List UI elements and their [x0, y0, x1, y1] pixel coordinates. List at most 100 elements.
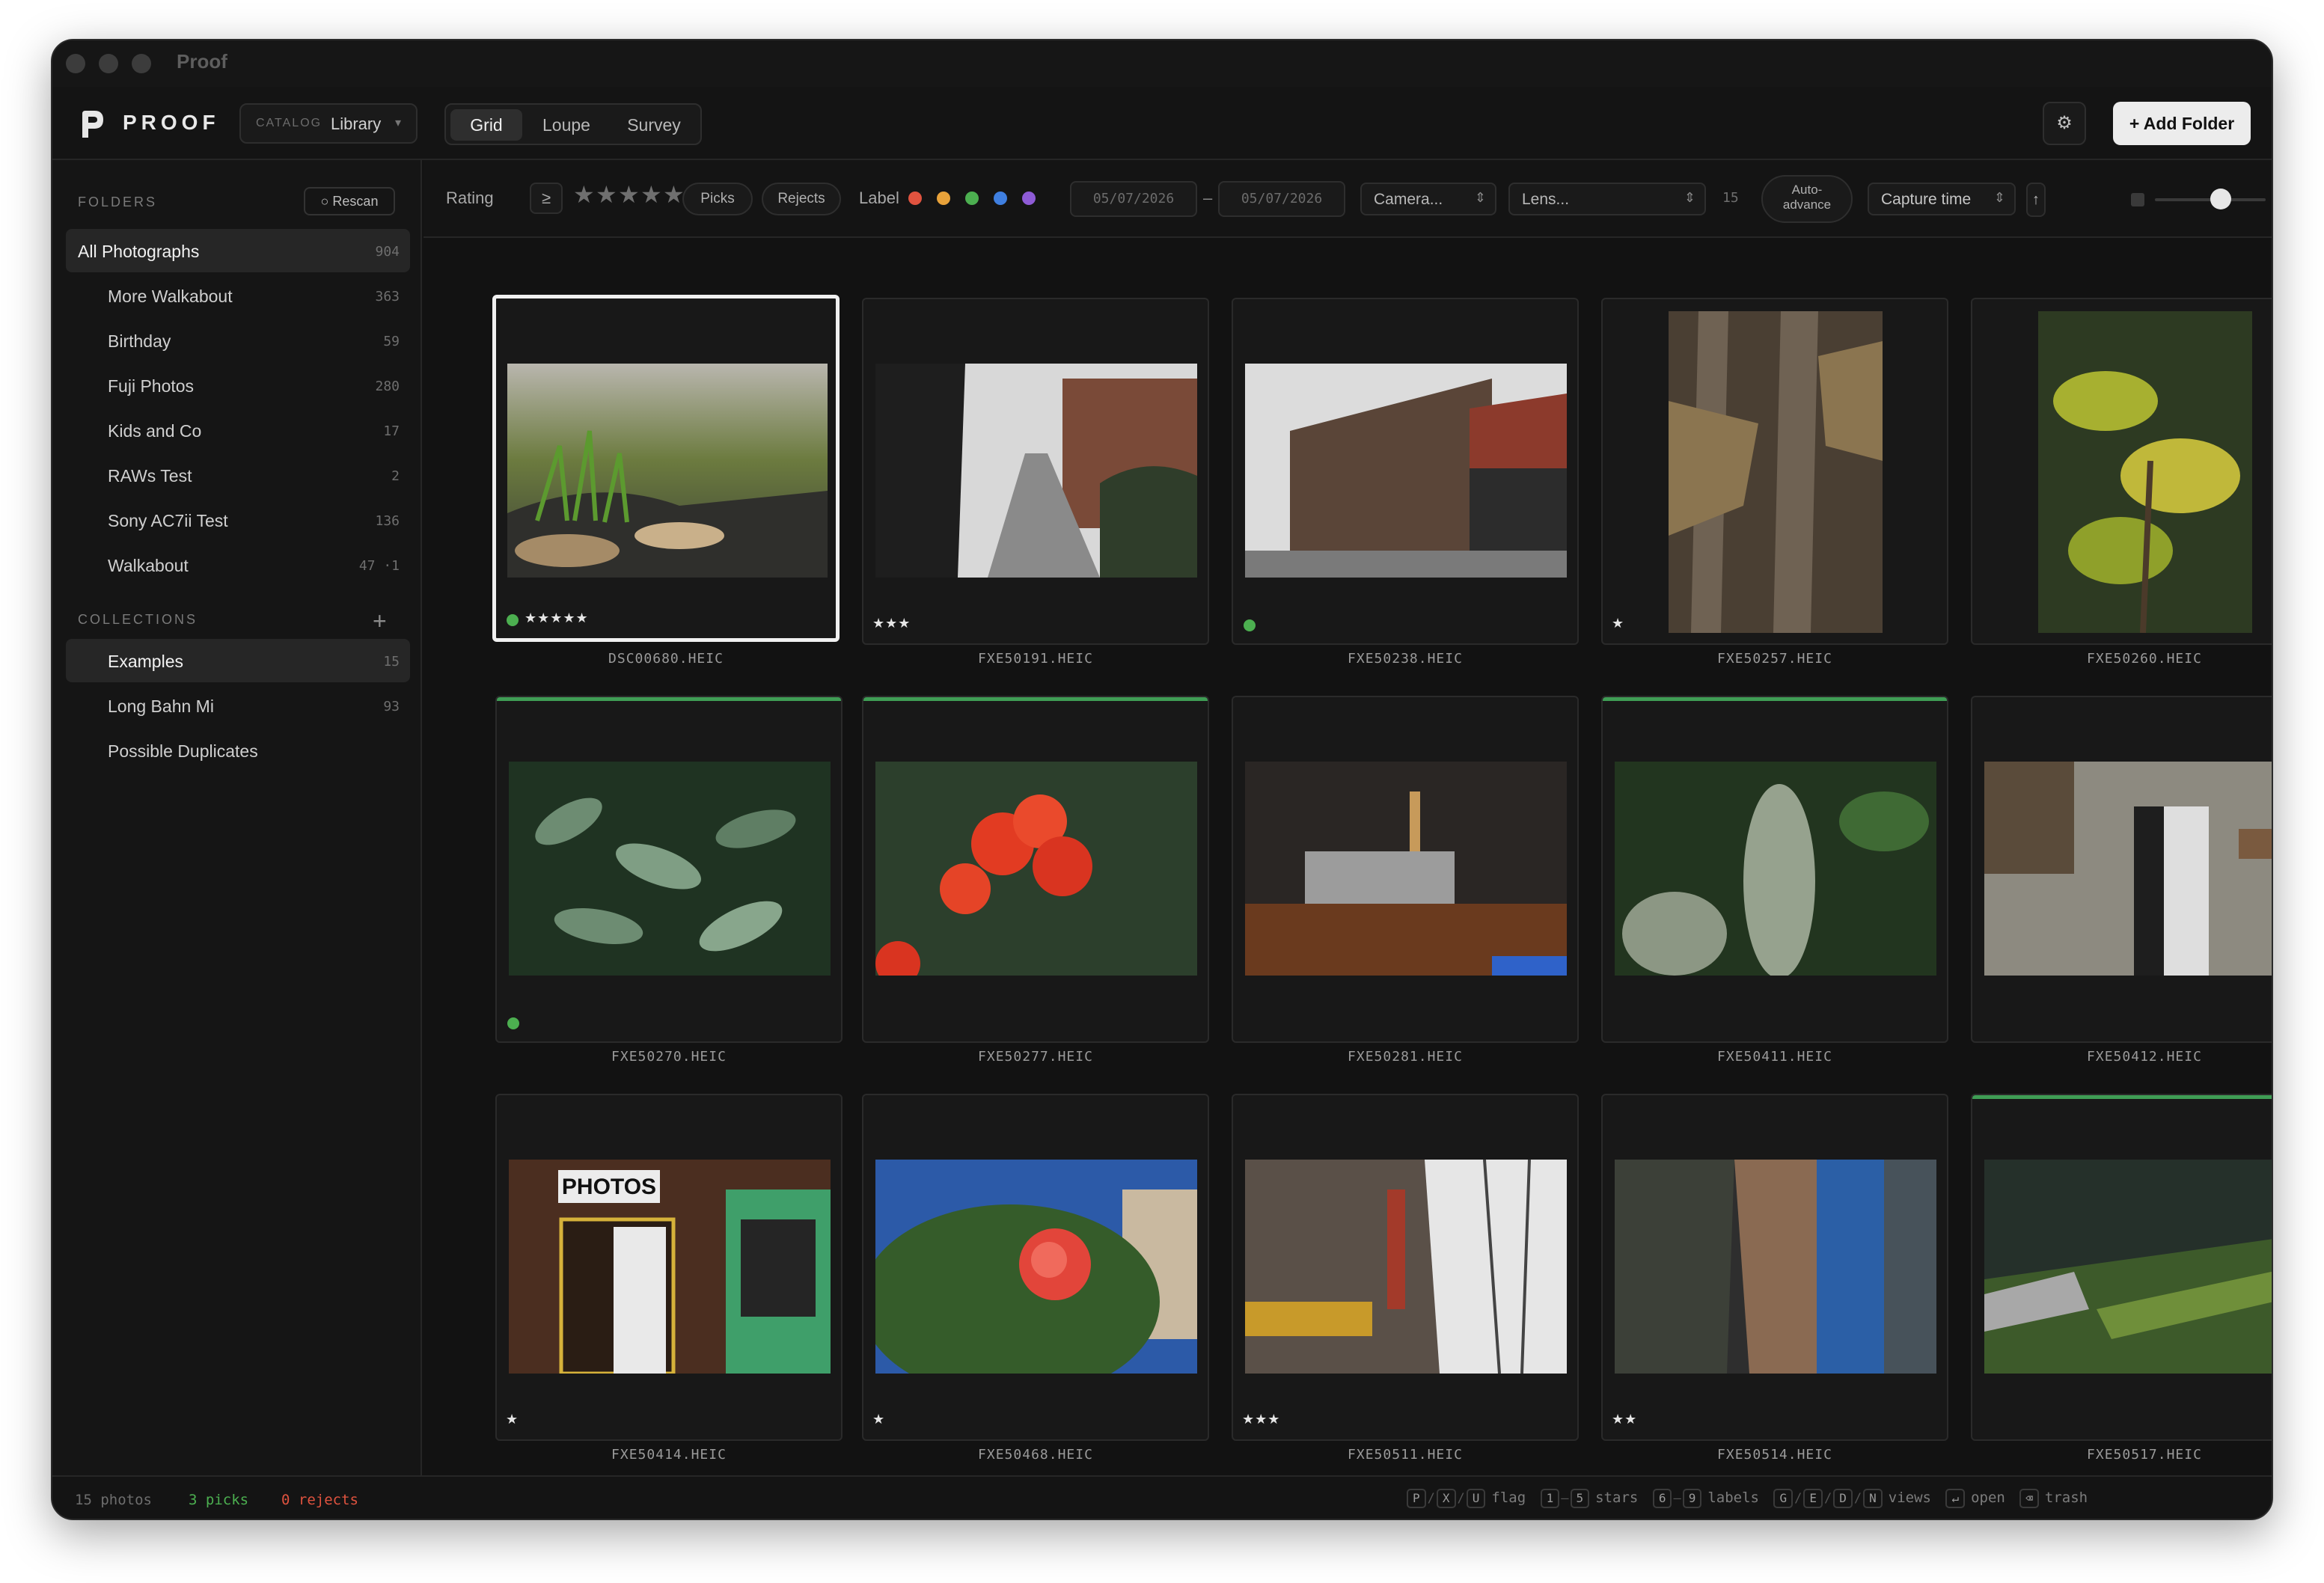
shortcut-hints: P / X / Uflag 1–5 stars 6–9 labels G / E / D / Nview…: [1405, 1489, 2092, 1508]
rating-operator-button[interactable]: ≥: [530, 183, 563, 214]
rejects-filter-button[interactable]: Rejects: [762, 183, 841, 215]
photo-filename: FXE50281.HEIC: [1348, 1049, 1463, 1065]
collection-possible-duplicates[interactable]: Possible Duplicates: [66, 729, 410, 772]
folder-name: Fuji Photos: [108, 376, 195, 396]
sidebar: FOLDERS ○ Rescan All Photographs 904 Mor…: [52, 160, 422, 1475]
folder-count: 2: [391, 468, 400, 484]
label-yellow-button[interactable]: [937, 192, 950, 205]
zoom-window-button[interactable]: [132, 54, 151, 73]
picks-filter-button[interactable]: Picks: [682, 183, 753, 215]
photo-card[interactable]: ★★: [1601, 1094, 1948, 1441]
photo-card[interactable]: [1232, 298, 1579, 645]
chevron-down-icon: ▾: [395, 117, 402, 129]
folder-fuji-photos[interactable]: Fuji Photos 280: [66, 364, 410, 407]
photo-card[interactable]: [1971, 298, 2272, 645]
shortcut-key: N: [1863, 1489, 1883, 1508]
label-red-button[interactable]: [908, 192, 922, 205]
photo-thumbnail: [509, 762, 831, 976]
photo-card[interactable]: [1971, 696, 2272, 1043]
photo-card[interactable]: [1601, 696, 1948, 1043]
tab-loupe[interactable]: Loupe: [527, 109, 606, 141]
folder-name: Walkabout: [108, 556, 189, 575]
photo-sign-text: PHOTOS: [562, 1175, 656, 1199]
folder-count: 136: [375, 513, 400, 529]
thumbnail-size-slider-handle[interactable]: [2210, 189, 2231, 209]
rescan-button[interactable]: ○ Rescan: [304, 187, 395, 215]
shortcut-key: 1: [1540, 1489, 1560, 1508]
add-collection-button[interactable]: +: [373, 609, 387, 633]
photo-card[interactable]: [1971, 1094, 2272, 1441]
photo-card[interactable]: ★★★: [862, 298, 1209, 645]
catalog-selector[interactable]: CATALOG Library ▾: [239, 103, 418, 144]
photo-filename: FXE50414.HEIC: [611, 1447, 727, 1463]
photo-card[interactable]: [1232, 696, 1579, 1043]
rating-star-4[interactable]: ★: [640, 180, 662, 209]
photo-rating: ★★: [1612, 1412, 1638, 1427]
photo-grid: ★★★★★ DSC00680.HEIC ★★★ FXE50191.HEIC FX…: [423, 239, 2272, 1475]
chevron-updown-icon: ⇕: [1684, 190, 1695, 205]
photo-card[interactable]: ★: [862, 1094, 1209, 1441]
shortcut-key: E: [1803, 1489, 1823, 1508]
lens-select[interactable]: Lens... ⇕: [1508, 183, 1706, 215]
folder-count: 47 ·1: [358, 558, 400, 574]
date-to-input[interactable]: 05/07/2026: [1218, 181, 1345, 217]
photo-filename: FXE50468.HEIC: [978, 1447, 1093, 1463]
folder-more-walkabout[interactable]: More Walkabout 363: [66, 274, 410, 317]
folder-sony-test[interactable]: Sony AC7ii Test 136: [66, 498, 410, 542]
shortcut-joiner: /: [1794, 1491, 1802, 1506]
filter-bar: Rating ≥ ★ ★ ★ ★ ★ Picks Rejects Label 0…: [423, 160, 2272, 238]
folder-count: 904: [375, 244, 400, 260]
folder-count: 363: [375, 289, 400, 304]
shortcut-key: 5: [1570, 1489, 1590, 1508]
folder-raws-test[interactable]: RAWs Test 2: [66, 453, 410, 497]
photo-thumbnail: [2038, 311, 2252, 633]
rating-star-3[interactable]: ★: [618, 180, 640, 209]
rating-star-1[interactable]: ★: [573, 180, 595, 209]
folder-count: 17: [383, 423, 400, 439]
gear-icon: ⚙: [2056, 113, 2073, 133]
tab-grid[interactable]: Grid: [450, 109, 522, 141]
photo-thumbnail: [875, 364, 1197, 578]
folder-walkabout[interactable]: Walkabout 47 ·1: [66, 543, 410, 587]
settings-button[interactable]: ⚙: [2043, 102, 2086, 145]
photo-card[interactable]: ★★★: [1232, 1094, 1579, 1441]
shortcut-label: views: [1888, 1489, 1931, 1506]
rating-star-5[interactable]: ★: [663, 180, 685, 209]
tab-survey[interactable]: Survey: [611, 109, 697, 141]
sort-select[interactable]: Capture time ⇕: [1868, 183, 2016, 215]
photo-thumbnail: [875, 762, 1197, 976]
thumbnail-small-icon: [2131, 193, 2144, 206]
collection-long-bahn-mi[interactable]: Long Bahn Mi 93: [66, 684, 410, 727]
photo-card[interactable]: [862, 696, 1209, 1043]
date-from-input[interactable]: 05/07/2026: [1070, 181, 1197, 217]
folder-kids-and-co[interactable]: Kids and Co 17: [66, 408, 410, 452]
add-folder-button[interactable]: + Add Folder: [2113, 102, 2251, 145]
label-purple-button[interactable]: [1022, 192, 1036, 205]
sort-direction-button[interactable]: ↑: [2026, 183, 2046, 217]
sort-select-value: Capture time: [1881, 191, 1972, 208]
photo-card[interactable]: ★: [1601, 298, 1948, 645]
photo-filename: FXE50191.HEIC: [978, 651, 1093, 667]
collection-name: Possible Duplicates: [108, 741, 258, 761]
folder-name: Sony AC7ii Test: [108, 511, 228, 530]
photo-card[interactable]: ★★★★★: [492, 295, 840, 642]
folder-birthday[interactable]: Birthday 59: [66, 319, 410, 362]
camera-select[interactable]: Camera... ⇕: [1360, 183, 1496, 215]
collection-name: Examples: [108, 652, 183, 671]
collection-examples[interactable]: Examples 15: [66, 639, 410, 682]
close-window-button[interactable]: [66, 54, 85, 73]
label-blue-button[interactable]: [994, 192, 1007, 205]
rating-star-2[interactable]: ★: [596, 180, 617, 209]
photo-rating: ★★★: [1242, 1412, 1281, 1427]
folder-name: More Walkabout: [108, 287, 233, 306]
auto-advance-toggle[interactable]: Auto- advance: [1761, 175, 1853, 223]
folder-count: 280: [375, 379, 400, 394]
photo-filename: FXE50257.HEIC: [1717, 651, 1832, 667]
folder-all-photographs[interactable]: All Photographs 904: [66, 229, 410, 272]
minimize-window-button[interactable]: [99, 54, 118, 73]
photo-thumbnail: [1615, 1160, 1936, 1374]
photo-card[interactable]: PHOTOS ★: [495, 1094, 843, 1441]
photo-card[interactable]: [495, 696, 843, 1043]
label-green-button[interactable]: [965, 192, 979, 205]
photo-thumbnail: [507, 364, 828, 578]
